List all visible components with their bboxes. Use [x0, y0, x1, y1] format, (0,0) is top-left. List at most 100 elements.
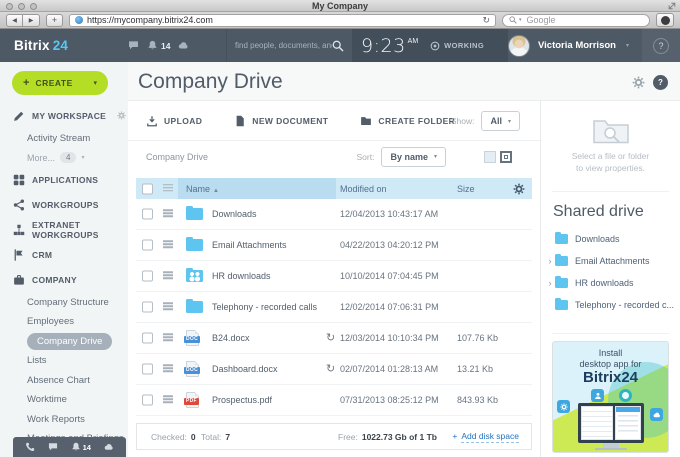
global-search-placeholder: find people, documents, and m	[235, 41, 332, 50]
sidebar-item-workgroups[interactable]: WORKGROUPS	[0, 193, 128, 218]
sidebar-item-applications[interactable]: APPLICATIONS	[0, 168, 128, 193]
notifications-button[interactable]: 14	[147, 40, 170, 51]
tree-item[interactable]: Telephony - recorded c...	[545, 294, 680, 316]
worktime-panel[interactable]: 9:23 AM WORKING	[352, 29, 508, 62]
gear-icon[interactable]	[117, 111, 126, 120]
address-bar[interactable]: https://mycompany.bitrix24.com ↻	[69, 14, 496, 27]
working-status[interactable]: WORKING	[430, 41, 484, 51]
tree-item[interactable]: › Email Attachments	[545, 250, 680, 272]
window-zoom-button[interactable]	[30, 3, 37, 10]
sidebar-item-employees[interactable]: Employees	[0, 312, 128, 332]
new-document-button[interactable]: NEW DOCUMENT	[234, 115, 328, 127]
sidebar-more-toggle[interactable]: More... 4 ▾	[0, 148, 128, 168]
item-name[interactable]: Telephony - recorded calls	[212, 302, 317, 312]
tree-item[interactable]: › HR downloads	[545, 272, 680, 294]
bitrix24-logo[interactable]: Bitrix24	[14, 29, 68, 62]
help-icon[interactable]: ?	[653, 75, 668, 90]
search-icon[interactable]	[332, 40, 344, 52]
item-name[interactable]: Email Attachments	[212, 240, 287, 250]
column-header-size[interactable]: Size	[457, 184, 475, 194]
sidebar-item-worktime[interactable]: Worktime	[0, 390, 128, 410]
bell-icon	[147, 40, 158, 51]
column-header-name[interactable]: Name▲	[186, 184, 219, 194]
add-disk-space-link[interactable]: +Add disk space	[452, 431, 519, 443]
window-minimize-button[interactable]	[18, 3, 25, 10]
view-toggles	[484, 151, 512, 163]
select-all-checkbox[interactable]	[142, 183, 153, 194]
help-icon[interactable]: ?	[653, 38, 669, 54]
sidebar-item-lists[interactable]: Lists	[0, 351, 128, 371]
list-view-toggle[interactable]	[500, 151, 512, 163]
sidebar-item-company[interactable]: COMPANY	[0, 268, 128, 293]
user-menu[interactable]: Victoria Morrison ▾	[508, 29, 642, 62]
breadcrumb[interactable]: Company Drive	[146, 152, 208, 162]
upload-button[interactable]: UPLOAD	[146, 115, 202, 127]
desktop-app-banner[interactable]: Install desktop app for Bitrix24	[552, 341, 669, 453]
notifications-button[interactable]: 14	[71, 442, 91, 452]
header-menu-icon[interactable]	[163, 184, 173, 186]
browser-search-field[interactable]: ▾ Google	[502, 14, 650, 27]
settings-gear-icon[interactable]	[632, 76, 645, 89]
sort-select[interactable]: By name ▾	[381, 147, 446, 167]
row-checkbox[interactable]	[142, 364, 153, 375]
expand-arrow-icon[interactable]: ›	[545, 256, 555, 266]
table-row[interactable]: Telephony - recorded calls 12/02/2014 07…	[136, 292, 532, 323]
row-checkbox[interactable]	[142, 395, 153, 406]
row-menu-icon[interactable]	[163, 364, 173, 366]
sidebar-item-crm[interactable]: CRM	[0, 243, 128, 268]
column-header-modified[interactable]: Modified on	[340, 184, 387, 194]
back-button[interactable]: ◀	[6, 14, 23, 27]
table-settings-gear-icon[interactable]	[513, 183, 525, 195]
cloud-icon[interactable]	[104, 442, 114, 452]
row-menu-icon[interactable]	[163, 271, 173, 273]
item-name[interactable]: HR downloads	[212, 271, 271, 281]
grid-view-toggle[interactable]	[484, 151, 496, 163]
sidebar-item-extranet-workgroups[interactable]: EXTRANET WORKGROUPS	[0, 218, 128, 243]
cloud-icon[interactable]	[178, 40, 189, 51]
item-name[interactable]: B24.docx	[212, 333, 250, 343]
sidebar-item-absence-chart[interactable]: Absence Chart	[0, 371, 128, 391]
window-resize-icon[interactable]	[668, 2, 676, 10]
row-menu-icon[interactable]	[163, 240, 173, 242]
table-row[interactable]: Email Attachments 04/22/2013 04:20:12 PM	[136, 230, 532, 261]
expand-arrow-icon[interactable]: ›	[545, 278, 555, 288]
sidebar-item-company-drive[interactable]: Company Drive	[0, 332, 128, 352]
window-close-button[interactable]	[6, 3, 13, 10]
item-name[interactable]: Downloads	[212, 209, 257, 219]
forward-button[interactable]: ▶	[23, 14, 40, 27]
browser-menu-button[interactable]	[656, 13, 674, 27]
sidebar-item-my-workspace[interactable]: MY WORKSPACE	[0, 103, 128, 128]
row-menu-icon[interactable]	[163, 302, 173, 304]
row-menu-icon[interactable]	[163, 333, 173, 335]
phone-icon[interactable]	[25, 442, 35, 452]
sidebar-item-work-reports[interactable]: Work Reports	[0, 410, 128, 430]
reload-button[interactable]: ↻	[482, 15, 490, 26]
row-checkbox[interactable]	[142, 333, 153, 344]
create-button[interactable]: + CREATE ▾	[12, 71, 108, 95]
new-tab-button[interactable]: +	[46, 14, 63, 27]
tree-item[interactable]: Downloads	[545, 228, 680, 250]
create-folder-button[interactable]: CREATE FOLDER	[360, 115, 455, 127]
row-checkbox[interactable]	[142, 271, 153, 282]
sidebar-item-company-structure[interactable]: Company Structure	[0, 293, 128, 313]
row-menu-icon[interactable]	[163, 209, 173, 211]
item-name[interactable]: Prospectus.pdf	[212, 395, 272, 405]
table-row[interactable]: DOC Dashboard.docx ↻ 02/07/2014 01:28:13…	[136, 354, 532, 385]
row-checkbox[interactable]	[142, 240, 153, 251]
global-search-input[interactable]: find people, documents, and m	[226, 29, 352, 62]
item-name[interactable]: Dashboard.docx	[212, 364, 278, 374]
avatar[interactable]	[508, 35, 530, 57]
help-panel[interactable]: ?	[642, 29, 680, 62]
table-row[interactable]: Downloads 12/04/2013 10:43:17 AM	[136, 199, 532, 230]
row-checkbox[interactable]	[142, 209, 153, 220]
table-row[interactable]: DOC B24.docx ↻ 12/03/2014 10:10:34 PM 10…	[136, 323, 532, 354]
messenger-dock[interactable]: 14	[13, 437, 126, 457]
table-row[interactable]: PDF Prospectus.pdf 07/31/2013 08:25:12 P…	[136, 385, 532, 416]
chat-icon[interactable]	[48, 442, 58, 452]
show-select[interactable]: All ▾	[481, 111, 520, 131]
table-row[interactable]: HR downloads 10/10/2014 07:04:45 PM	[136, 261, 532, 292]
row-menu-icon[interactable]	[163, 395, 173, 397]
chat-icon[interactable]	[128, 40, 139, 51]
row-checkbox[interactable]	[142, 302, 153, 313]
sidebar-item-activity-stream[interactable]: Activity Stream	[0, 128, 128, 148]
